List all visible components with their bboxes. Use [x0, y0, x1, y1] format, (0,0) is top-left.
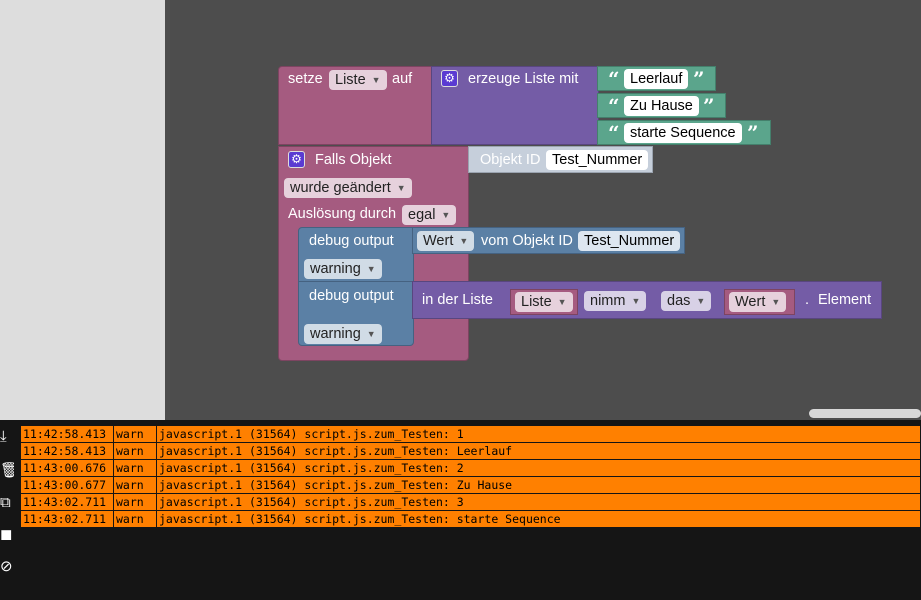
element-label: Element [818, 292, 872, 308]
variable-dropdown[interactable]: Wert ▼ [729, 292, 787, 312]
chevron-down-icon: ▼ [771, 297, 781, 307]
variable-dropdown[interactable]: Liste ▼ [329, 70, 387, 90]
text-block[interactable]: “ starte Sequence ” [597, 120, 771, 145]
chevron-down-icon: ▼ [441, 210, 451, 220]
log-severity: warn [113, 425, 157, 443]
log-severity: warn [113, 459, 157, 477]
chevron-down-icon: ▼ [366, 264, 376, 274]
debug-output-block[interactable]: debug output warning ▼ [298, 281, 414, 346]
create-list-label: erzeuge Liste mit [468, 71, 579, 87]
log-time: 11:43:00.677 [20, 476, 114, 494]
close-quote-icon: ” [747, 121, 759, 145]
chevron-down-icon: ▼ [696, 296, 706, 306]
log-message: javascript.1 (31564) script.js.zum_Teste… [156, 493, 921, 511]
log-row: 11:43:00.676 warn javascript.1 (31564) s… [20, 459, 921, 477]
gear-icon[interactable]: ⚙ [441, 70, 458, 87]
set-label: setze [288, 71, 323, 87]
trigger-dropdown[interactable]: egal ▼ [402, 205, 457, 225]
object-id-block[interactable]: Objekt ID Test_Nummer [468, 146, 653, 173]
text-field[interactable]: Leerlauf [624, 69, 689, 89]
log-message: javascript.1 (31564) script.js.zum_Teste… [156, 425, 921, 443]
log-row: 11:42:58.413 warn javascript.1 (31564) s… [20, 442, 921, 460]
chevron-down-icon: ▼ [459, 236, 469, 246]
list-variable-block[interactable]: Liste ▼ [510, 289, 578, 315]
download-icon[interactable]: ⤓ [0, 428, 14, 446]
log-time: 11:42:58.413 [20, 425, 114, 443]
log-time: 11:43:00.676 [20, 459, 114, 477]
text-field[interactable]: starte Sequence [624, 123, 742, 143]
close-quote-icon: ” [693, 67, 705, 91]
condition-dropdown[interactable]: wurde geändert ▼ [284, 178, 412, 198]
log-row: 11:43:00.677 warn javascript.1 (31564) s… [20, 476, 921, 494]
log-time: 11:43:02.711 [20, 510, 114, 528]
open-quote-icon: “ [608, 94, 620, 118]
level-dropdown[interactable]: warning ▼ [304, 259, 382, 279]
where-dropdown[interactable]: das ▼ [661, 291, 712, 311]
log-severity: warn [113, 476, 157, 494]
to-label: auf [392, 71, 413, 87]
delete-icon[interactable]: 🗑 [0, 462, 14, 480]
gear-icon[interactable]: ⚙ [288, 151, 305, 168]
log-panel: ⤓ 🗑 ⧉ ◼ ⊘ 11:42:58.413 warn javascript.1… [0, 420, 921, 600]
if-object-label: Falls Objekt [315, 152, 392, 168]
text-field[interactable]: Zu Hause [624, 96, 699, 116]
text-block[interactable]: “ Zu Hause ” [597, 93, 726, 118]
blockly-toolbox [0, 0, 165, 420]
log-severity: warn [113, 510, 157, 528]
log-row: 11:43:02.711 warn javascript.1 (31564) s… [20, 493, 921, 511]
log-row: 11:42:58.413 warn javascript.1 (31564) s… [20, 425, 921, 443]
log-message: javascript.1 (31564) script.js.zum_Teste… [156, 476, 921, 494]
debug-output-label: debug output [309, 288, 394, 304]
log-time: 11:43:02.711 [20, 493, 114, 511]
log-row: 11:43:02.711 warn javascript.1 (31564) s… [20, 510, 921, 528]
chevron-down-icon: ▼ [396, 183, 406, 193]
log-message: javascript.1 (31564) script.js.zum_Teste… [156, 459, 921, 477]
in-list-label: in der Liste [422, 292, 493, 308]
open-quote-icon: “ [608, 67, 620, 91]
level-dropdown[interactable]: warning ▼ [304, 324, 382, 344]
object-id-field[interactable]: Test_Nummer [546, 150, 649, 170]
text-block[interactable]: “ Leerlauf ” [597, 66, 716, 91]
chevron-down-icon: ▼ [366, 329, 376, 339]
debug-output-label: debug output [309, 233, 394, 249]
set-variable-block[interactable]: setze Liste ▼ auf [278, 66, 433, 145]
open-quote-icon: “ [608, 121, 620, 145]
close-quote-icon: ” [703, 94, 715, 118]
chevron-down-icon: ▼ [557, 297, 567, 307]
of-object-label: vom Objekt ID [481, 233, 573, 249]
log-severity: warn [113, 442, 157, 460]
variable-dropdown[interactable]: Liste ▼ [515, 292, 573, 312]
workspace-scrollbar[interactable] [809, 409, 921, 418]
hide-icon[interactable]: ⊘ [0, 558, 14, 576]
log-message: javascript.1 (31564) script.js.zum_Teste… [156, 442, 921, 460]
list-get-block[interactable]: in der Liste Liste ▼ nimm ▼ das ▼ Wert ▼ . E… [412, 281, 882, 319]
object-id-label: Objekt ID [480, 152, 541, 168]
chevron-down-icon: ▼ [371, 75, 381, 85]
object-id-field[interactable]: Test_Nummer [578, 231, 681, 251]
copy-icon[interactable]: ⧉ [0, 494, 14, 512]
mode-dropdown[interactable]: nimm ▼ [584, 291, 647, 311]
create-list-block[interactable]: ⚙ erzeuge Liste mit [431, 66, 599, 145]
log-message: javascript.1 (31564) script.js.zum_Teste… [156, 510, 921, 528]
value-dropdown[interactable]: Wert ▼ [417, 231, 475, 251]
dot-label: . [805, 292, 810, 308]
log-severity: warn [113, 493, 157, 511]
pause-icon[interactable]: ◼ [0, 526, 14, 544]
chevron-down-icon: ▼ [631, 296, 641, 306]
trigger-by-label: Auslösung durch [288, 206, 397, 222]
value-of-object-block[interactable]: Wert ▼ vom Objekt ID Test_Nummer [412, 227, 685, 254]
log-time: 11:42:58.413 [20, 442, 114, 460]
log-table: 11:42:58.413 warn javascript.1 (31564) s… [20, 425, 921, 528]
debug-output-block[interactable]: debug output warning ▼ [298, 227, 414, 282]
value-variable-block[interactable]: Wert ▼ [724, 289, 795, 315]
